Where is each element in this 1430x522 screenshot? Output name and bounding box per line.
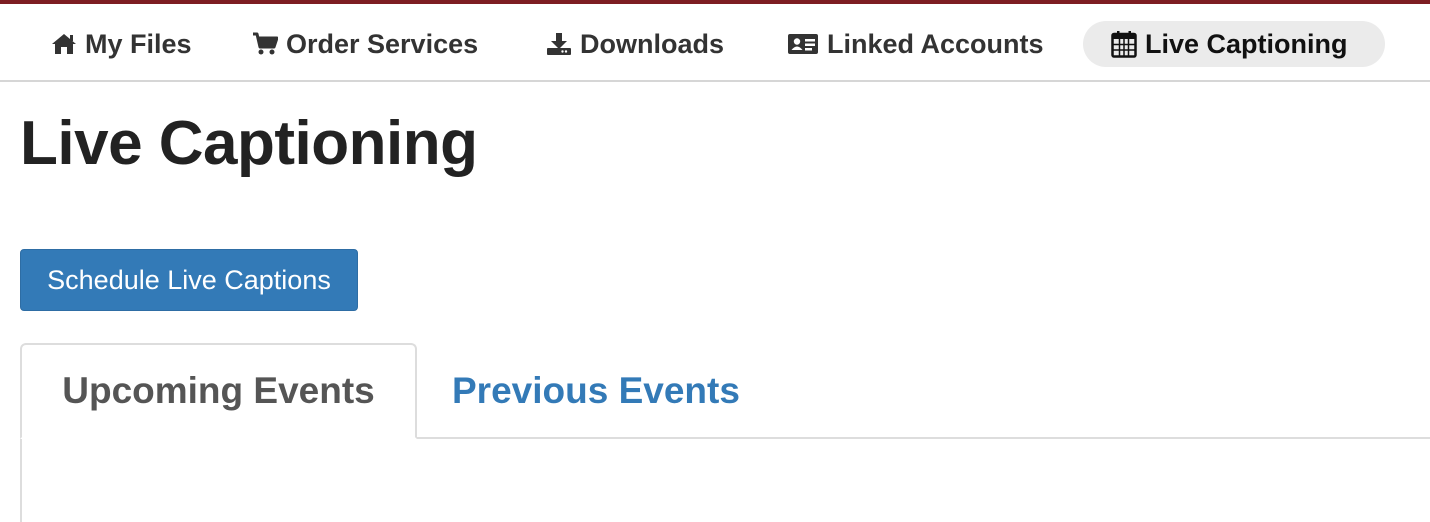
cart-icon xyxy=(252,32,278,56)
tab-upcoming-events[interactable]: Upcoming Events xyxy=(20,343,417,439)
events-tabs: Upcoming Events Previous Events xyxy=(20,343,1430,439)
main-nav: My Files Order Services Downloads Linked… xyxy=(0,4,1430,82)
nav-item-my-files[interactable]: My Files xyxy=(51,21,192,67)
home-icon xyxy=(51,33,77,55)
nav-item-label: Live Captioning xyxy=(1145,28,1348,59)
download-icon xyxy=(546,32,572,56)
tab-panel-upcoming-events xyxy=(20,439,1430,522)
nav-item-label: Linked Accounts xyxy=(827,28,1044,59)
calendar-icon xyxy=(1111,30,1137,58)
nav-item-order-services[interactable]: Order Services xyxy=(252,21,478,67)
nav-item-label: Downloads xyxy=(580,28,725,59)
tab-previous-events[interactable]: Previous Events xyxy=(452,343,740,439)
nav-item-label: Order Services xyxy=(286,28,479,59)
schedule-live-captions-button[interactable]: Schedule Live Captions xyxy=(20,249,358,311)
nav-item-live-captioning[interactable]: Live Captioning xyxy=(1083,21,1385,67)
id-card-icon xyxy=(787,32,819,56)
nav-item-label: My Files xyxy=(85,28,192,59)
nav-item-linked-accounts[interactable]: Linked Accounts xyxy=(787,21,1044,67)
nav-item-downloads[interactable]: Downloads xyxy=(546,21,724,67)
page-title: Live Captioning xyxy=(20,109,478,178)
